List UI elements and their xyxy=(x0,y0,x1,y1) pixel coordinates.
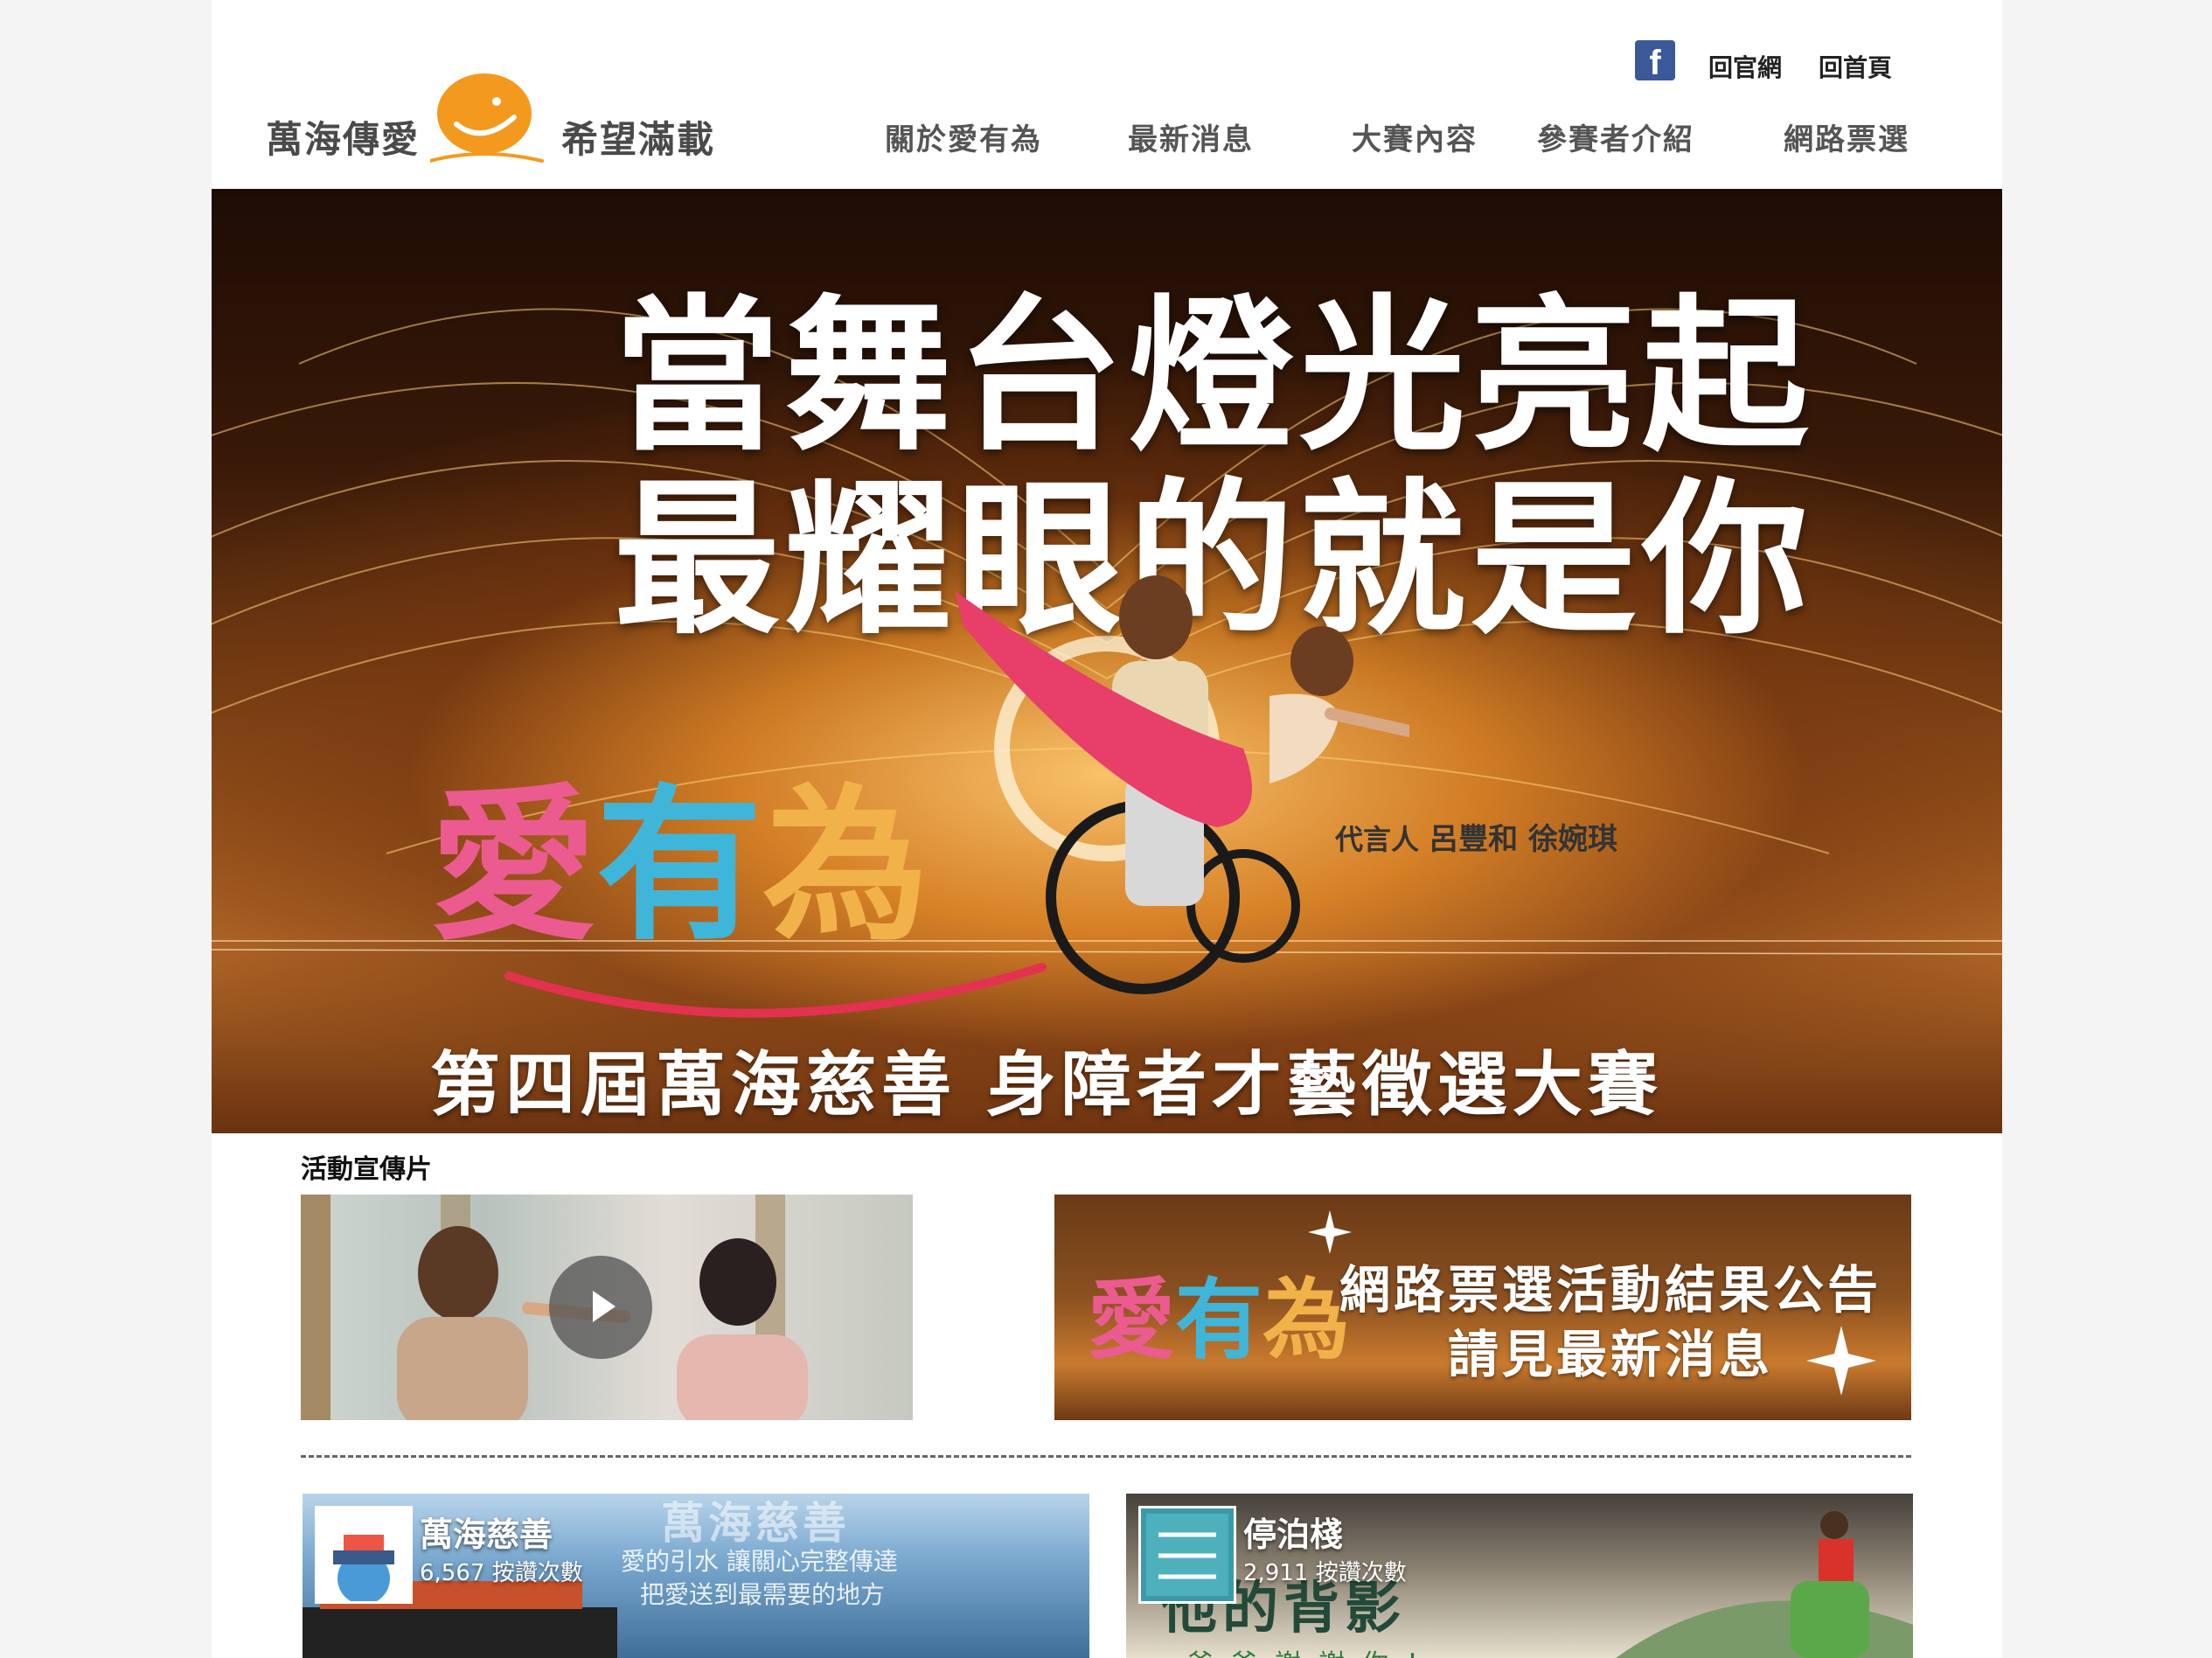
father-child-illustration xyxy=(1616,1511,1913,1658)
facebook-icon[interactable]: f xyxy=(1635,40,1675,82)
spokes-label: 代言人 xyxy=(1335,823,1420,856)
logo-char-3: 為 xyxy=(762,770,929,963)
section-divider xyxy=(301,1455,1911,1458)
window-frame xyxy=(301,1195,330,1420)
logo-text-left: 萬海傳愛 xyxy=(266,118,421,161)
site-logo[interactable]: 萬海傳愛 希望滿載 xyxy=(264,70,719,184)
nav-about[interactable]: 關於愛有為 xyxy=(885,115,1042,158)
logo-char-1: 愛 xyxy=(430,770,597,963)
nav-contest[interactable]: 大賽內容 xyxy=(1352,115,1478,158)
dancers-illustration xyxy=(955,575,1409,994)
ai-you-wei-small-logo: 愛有為 xyxy=(1088,1249,1350,1376)
ship-logo-icon xyxy=(333,1535,394,1605)
page-container: 萬海傳愛 希望滿載 f 回官網 回首頁 關於愛有為 最新消息 大賽內容 參賽者介… xyxy=(212,0,2002,1658)
promo-video[interactable] xyxy=(301,1195,913,1420)
spokes-names: 呂豐和 徐婉琪 xyxy=(1429,822,1617,857)
logo-text-right: 希望滿載 xyxy=(561,118,716,161)
fb-page-card-tingbozhan[interactable]: 他的背影 爸爸謝謝你！ 停泊棧 2,911 按讚次數 xyxy=(1126,1494,1913,1658)
logo-char-3: 為 xyxy=(1263,1269,1350,1371)
fb-cover-sub1: 愛的引水 讓關心完整傳達 xyxy=(621,1547,898,1576)
contest-title: 第四屆萬海慈善 身障者才藝徵選大賽 xyxy=(430,1044,1663,1125)
logo-char-2: 有 xyxy=(596,770,763,963)
play-icon[interactable] xyxy=(549,1256,652,1359)
sparkle-icon xyxy=(1806,1326,1876,1396)
official-site-link[interactable]: 回官網 xyxy=(1708,49,1782,84)
avatar[interactable] xyxy=(1138,1506,1236,1604)
spokespersons: 代言人 呂豐和 徐婉琪 xyxy=(1335,815,1617,858)
fb-page-card-wanhai[interactable]: 萬海慈善 愛的引水 讓關心完整傳達 把愛送到最需要的地方 萬海慈善 6,567 … xyxy=(303,1494,1089,1658)
fb-cover-sub2: 把愛送到最需要的地方 xyxy=(640,1580,886,1609)
sparkle-icon xyxy=(1308,1210,1352,1254)
announce-headline: 網路票選活動結果公告 xyxy=(1339,1260,1882,1320)
voting-result-banner[interactable]: 愛有為 網路票選活動結果公告 請見最新消息 xyxy=(1054,1195,1911,1420)
fb-page-name[interactable]: 停泊棧 xyxy=(1243,1508,1343,1556)
ai-you-wei-logo: 愛有為 xyxy=(430,731,929,972)
site-header: 萬海傳愛 希望滿載 f 回官網 回首頁 關於愛有為 最新消息 大賽內容 參賽者介… xyxy=(212,0,2002,189)
nav-voting[interactable]: 網路票選 xyxy=(1784,115,1909,158)
logo-swoosh-icon xyxy=(504,963,1047,1018)
nav-news[interactable]: 最新消息 xyxy=(1128,115,1254,158)
promo-video-title: 活動宣傳片 xyxy=(301,1154,432,1185)
home-link[interactable]: 回首頁 xyxy=(1819,49,1892,84)
logo-char-1: 愛 xyxy=(1088,1269,1175,1371)
fb-like-count: 6,567 按讚次數 xyxy=(420,1560,583,1586)
tingbozhan-logo-icon xyxy=(1146,1514,1228,1596)
fb-cover-sub: 爸爸謝謝你！ xyxy=(1187,1642,1450,1658)
avatar[interactable] xyxy=(315,1506,413,1605)
fb-like-count: 2,911 按讚次數 xyxy=(1243,1560,1407,1586)
logo-char-2: 有 xyxy=(1175,1269,1263,1371)
nav-contestants[interactable]: 參賽者介紹 xyxy=(1537,115,1694,158)
hero-banner[interactable]: 當舞台燈光亮起 最耀眼的就是你 愛有為 代言人 呂豐和 徐婉琪 第四屆萬海慈善 xyxy=(212,189,2002,1133)
announce-subline: 請見最新消息 xyxy=(1448,1325,1774,1384)
fb-page-name[interactable]: 萬海慈善 xyxy=(420,1508,553,1556)
smiling-sun-logo-icon xyxy=(430,73,544,163)
